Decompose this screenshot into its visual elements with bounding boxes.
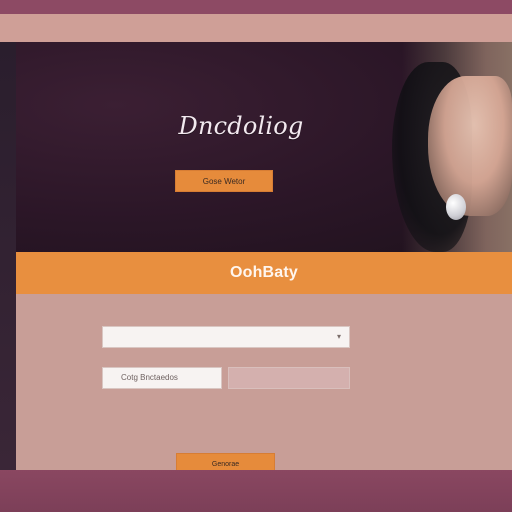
form-area: ▾ Cotg Bnctaedos Genorae [16, 294, 512, 470]
chevron-down-icon: ▾ [336, 332, 341, 341]
left-strip [0, 42, 16, 470]
hero-photo-face [428, 76, 512, 216]
top-bar [0, 14, 512, 42]
hero-photo-earring [446, 194, 466, 220]
submit-button[interactable]: Genorae [176, 453, 275, 470]
hero-banner: Dncdoliog Gose Wetor [16, 42, 512, 252]
select-field[interactable]: ▾ [102, 326, 350, 348]
landing-window: Dncdoliog Gose Wetor OohBaty ▾ Cotg Bnct… [16, 42, 512, 470]
bottom-bar [0, 470, 512, 512]
orange-band: OohBaty [16, 252, 512, 294]
text-field[interactable]: Cotg Bnctaedos [102, 367, 222, 389]
hero-cta-button[interactable]: Gose Wetor [175, 170, 273, 192]
page: Dncdoliog Gose Wetor OohBaty ▾ Cotg Bnct… [0, 0, 512, 512]
band-title: OohBaty [229, 264, 299, 281]
hero-title: Dncdoliog [178, 112, 304, 140]
secondary-field[interactable] [228, 367, 350, 389]
